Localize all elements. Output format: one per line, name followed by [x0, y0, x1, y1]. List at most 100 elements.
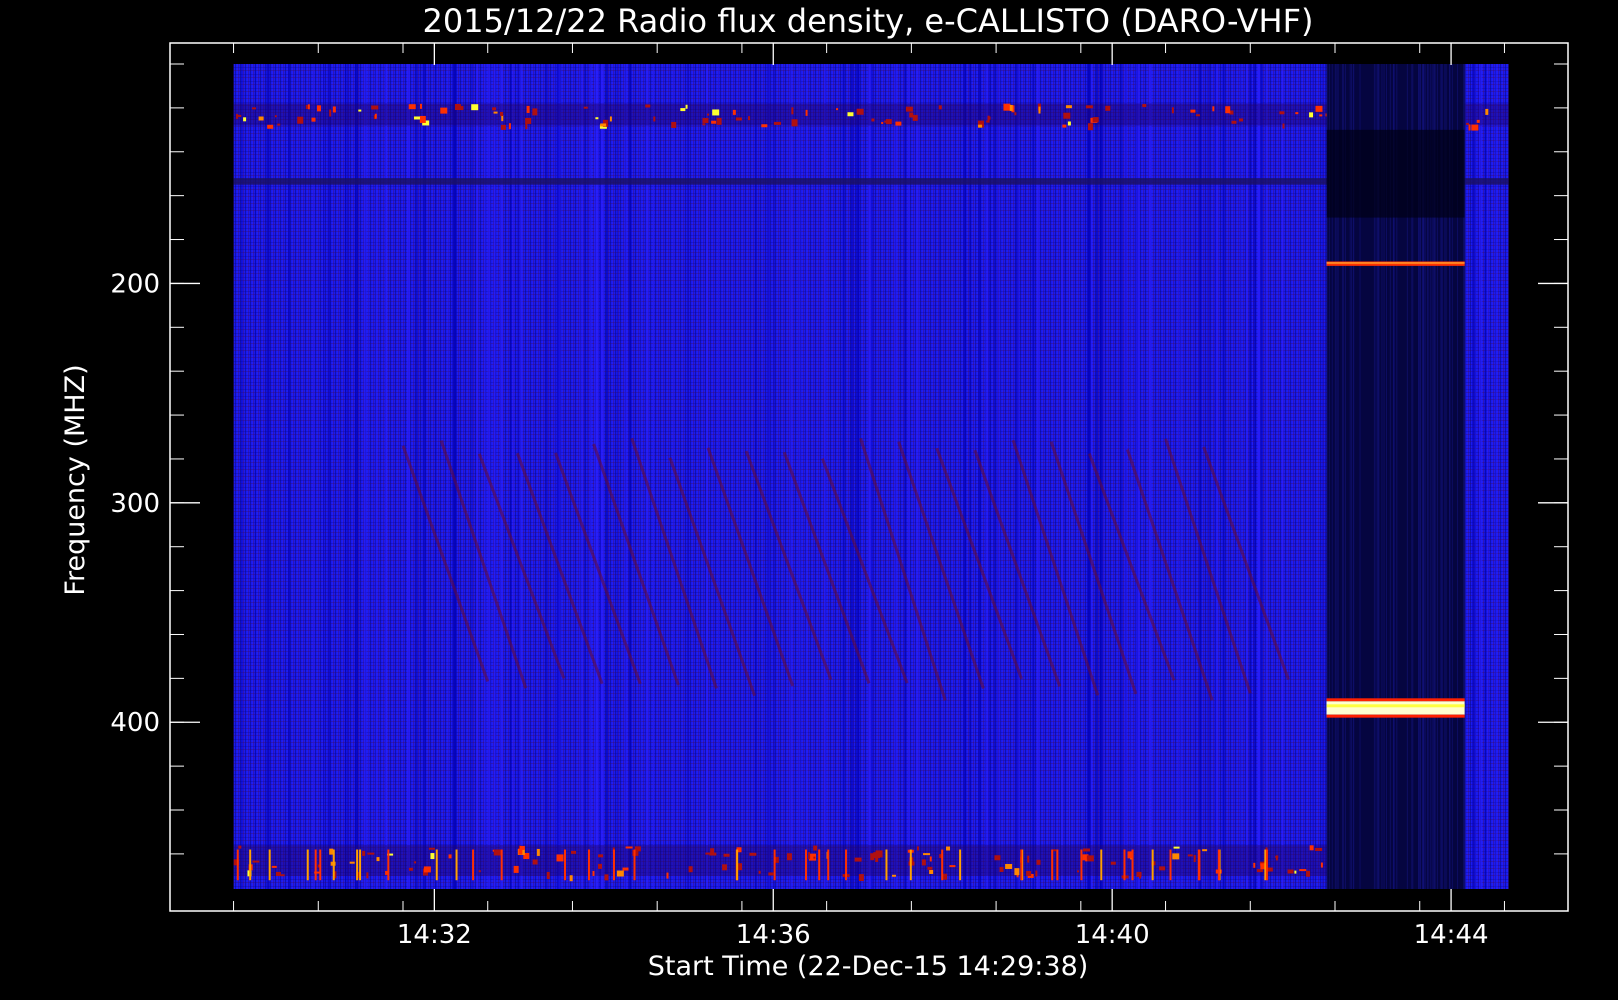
rfi-speck — [419, 115, 426, 123]
burst — [249, 849, 252, 881]
rfi-speck — [1195, 114, 1200, 117]
rfi-speck — [1265, 847, 1268, 850]
rfi-speck — [909, 112, 914, 118]
rfi-speck — [1003, 103, 1011, 111]
rfi-speck — [813, 845, 818, 851]
feature-bright-line — [1326, 698, 1465, 718]
streak — [447, 64, 449, 889]
rfi-speck — [622, 867, 629, 871]
rfi-speck — [986, 120, 990, 123]
rfi-speck — [710, 848, 715, 856]
rfi-speck — [604, 874, 609, 881]
rfi-speck — [408, 867, 413, 871]
streak — [476, 64, 479, 889]
streak — [346, 64, 349, 889]
streak — [363, 64, 367, 889]
rfi-speck — [768, 872, 774, 876]
streak — [1209, 64, 1211, 889]
rfi-speck — [571, 850, 577, 854]
burst — [633, 849, 636, 881]
burst — [885, 849, 888, 881]
rfi-speck — [258, 116, 264, 121]
burst — [387, 849, 390, 881]
rfi-speck — [274, 115, 277, 118]
rfi-speck — [1485, 108, 1489, 115]
rfi-speck — [805, 109, 808, 116]
rfi-speck — [428, 847, 435, 850]
rfi-speck — [761, 124, 768, 128]
rfi-speck — [493, 111, 498, 114]
streak — [1240, 64, 1242, 889]
x-axis-label: Start Time (22-Dec-15 14:29:38) — [648, 951, 1089, 982]
line-edge — [1326, 698, 1465, 702]
rfi-speck — [1086, 855, 1094, 862]
rfi-speck — [518, 848, 523, 855]
rfi-speck — [1087, 123, 1093, 131]
streak — [1207, 64, 1209, 889]
rfi-speck — [1471, 124, 1479, 131]
burst — [941, 849, 944, 881]
rfi-speck — [1173, 846, 1180, 849]
streak — [1246, 64, 1249, 889]
rfi-speck — [1142, 104, 1147, 108]
line-core-yellow — [1326, 704, 1465, 708]
rfi-speck — [252, 860, 260, 863]
rfi-speck — [367, 852, 375, 855]
rfi-speck — [1320, 862, 1323, 868]
rfi-speck — [454, 104, 461, 111]
rfi-speck — [749, 852, 757, 856]
burst — [319, 849, 322, 881]
streak — [584, 64, 586, 889]
rfi-speck — [1275, 855, 1278, 861]
streak — [1472, 64, 1476, 889]
rfi-speck — [895, 121, 902, 126]
streak — [1260, 64, 1263, 889]
rfi-speck — [927, 866, 933, 870]
rfi-speck — [1193, 855, 1196, 863]
rfi-speck — [1239, 118, 1244, 122]
rfi-speck — [267, 124, 274, 129]
chart-title: 2015/12/22 Radio flux density, e-CALLIST… — [423, 2, 1314, 40]
rfi-speck — [813, 856, 816, 859]
rfi-speck — [1315, 847, 1323, 851]
streak — [969, 64, 972, 889]
streak — [415, 64, 418, 889]
streak — [653, 64, 655, 889]
streak — [1124, 64, 1128, 889]
rfi-speck — [1065, 105, 1072, 109]
streak — [823, 64, 826, 889]
rfi-speck — [1476, 119, 1480, 123]
rfi-speck — [598, 863, 603, 869]
streak — [545, 64, 548, 889]
streak — [266, 64, 270, 889]
rfi-speck — [277, 123, 281, 126]
rfi-speck — [536, 848, 540, 856]
rfi-speck — [881, 121, 884, 124]
burst — [1265, 849, 1268, 881]
y-axis-label: Frequency (MHZ) — [60, 364, 91, 595]
rfi-speck — [773, 121, 781, 125]
rfi-speck — [1294, 870, 1297, 874]
rfi-speck — [501, 115, 504, 122]
burst — [356, 849, 359, 881]
rfi-speck — [1085, 105, 1093, 109]
burst — [1080, 849, 1083, 881]
streak — [914, 64, 916, 889]
rfi-speck — [1027, 855, 1030, 863]
rfi-speck — [305, 104, 308, 109]
rfi-speck — [500, 111, 504, 116]
line-highlight — [1326, 262, 1465, 264]
rfi-speck — [1014, 112, 1017, 116]
streak — [673, 64, 675, 889]
rfi-speck — [978, 124, 983, 128]
rfi-speck — [1172, 853, 1180, 860]
streak — [554, 64, 556, 889]
streak — [499, 64, 503, 889]
rfi-speck — [916, 846, 919, 851]
rfi-speck — [1315, 105, 1323, 112]
feature-dark-line — [233, 178, 1509, 185]
y-tick-label: 200 — [110, 269, 160, 299]
burst — [827, 849, 830, 881]
streak — [916, 64, 918, 889]
burst — [500, 849, 503, 881]
